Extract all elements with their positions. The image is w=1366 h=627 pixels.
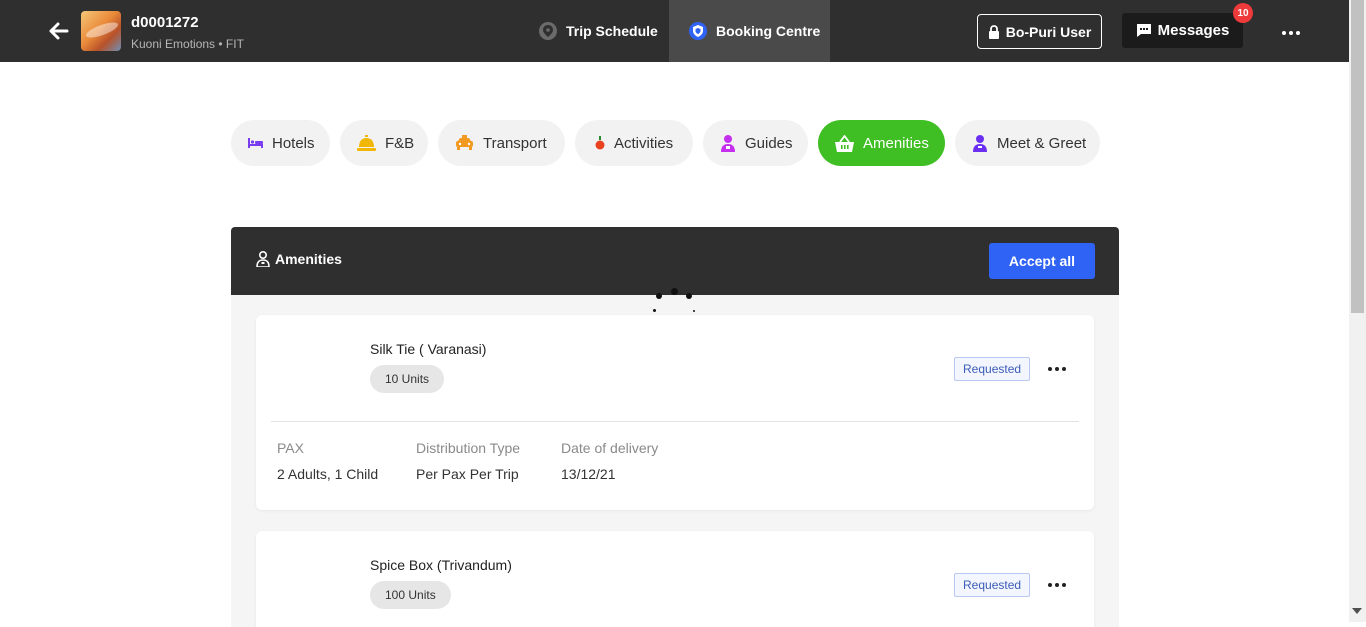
lock-icon: [988, 24, 1000, 39]
category-fnb-label: F&B: [385, 134, 415, 152]
category-activities[interactable]: Activities: [575, 120, 693, 166]
amenity-card: Silk Tie ( Varanasi) 10 Units Requested …: [256, 315, 1094, 510]
category-hotels-label: Hotels: [272, 134, 315, 152]
category-transport-label: Transport: [483, 134, 547, 152]
top-bar: d0001272 Kuoni Emotions • FIT Trip Sched…: [0, 0, 1349, 62]
user-button[interactable]: Bo-Puri User: [977, 14, 1102, 49]
category-amenities[interactable]: Amenities: [818, 120, 945, 166]
amenity-units: 10 Units: [370, 365, 445, 393]
category-hotels[interactable]: Hotels: [231, 120, 330, 166]
status-badge: Requested: [954, 573, 1031, 597]
delivery-date-label: Date of delivery: [561, 440, 659, 456]
category-meet-greet-label: Meet & Greet: [997, 134, 1087, 152]
category-meet-greet[interactable]: Meet & Greet: [955, 120, 1100, 166]
pax-value: 2 Adults, 1 Child: [277, 466, 379, 482]
shield-icon: [689, 22, 707, 40]
category-guides[interactable]: Guides: [703, 120, 808, 166]
back-button[interactable]: [46, 18, 72, 44]
category-amenities-label: Amenities: [863, 134, 929, 152]
messages-label: Messages: [1157, 22, 1230, 39]
arrow-left-icon: [49, 22, 69, 40]
basket-icon: [835, 134, 854, 152]
bell-icon: [357, 135, 376, 151]
scrollbar-thumb[interactable]: [1351, 0, 1364, 313]
amenities-panel-header: Amenities Accept all: [231, 227, 1119, 295]
amenity-card: Spice Box (Trivandum) 100 Units Requeste…: [256, 531, 1094, 627]
more-options-icon[interactable]: [1040, 571, 1074, 599]
pax-label: PAX: [277, 440, 304, 456]
messages-count-badge: 10: [1233, 3, 1253, 23]
trip-subtitle: Kuoni Emotions • FIT: [131, 37, 244, 51]
chat-icon: [1136, 23, 1152, 38]
distribution-type-value: Per Pax Per Trip: [416, 466, 519, 482]
category-fnb[interactable]: F&B: [340, 120, 428, 166]
status-badge: Requested: [954, 357, 1031, 381]
map-pin-icon: [539, 22, 557, 40]
tab-booking-centre-label: Booking Centre: [716, 23, 821, 39]
trip-id: d0001272: [131, 14, 199, 31]
delivery-date-value: 13/12/21: [561, 466, 616, 482]
scroll-down-arrow-icon[interactable]: [1352, 608, 1362, 614]
guide-icon: [720, 134, 736, 152]
distribution-type-label: Distribution Type: [416, 440, 521, 456]
loading-spinner: [651, 287, 701, 313]
amenities-panel-title-label: Amenities: [275, 251, 342, 267]
user-label: Bo-Puri User: [1005, 23, 1092, 40]
person-icon: [972, 134, 988, 152]
activity-icon: [595, 136, 605, 150]
tab-trip-schedule[interactable]: Trip Schedule: [528, 0, 668, 62]
amenity-name: Spice Box (Trivandum): [370, 557, 512, 573]
accept-all-button[interactable]: Accept all: [989, 243, 1095, 279]
amenity-name: Silk Tie ( Varanasi): [370, 341, 487, 357]
bed-icon: [248, 137, 263, 149]
amenities-panel: Amenities Accept all Silk Tie ( Varanasi…: [231, 227, 1119, 627]
tab-booking-centre[interactable]: Booking Centre: [669, 0, 830, 62]
more-options-icon[interactable]: [1040, 355, 1074, 383]
category-transport[interactable]: Transport: [438, 120, 565, 166]
more-options-icon[interactable]: [1278, 22, 1304, 44]
messages-button[interactable]: Messages: [1122, 13, 1243, 48]
person-badge-icon: [256, 251, 270, 267]
category-guides-label: Guides: [745, 134, 793, 152]
amenities-panel-title: Amenities: [256, 251, 342, 267]
amenity-units: 100 Units: [370, 581, 451, 609]
tab-trip-schedule-label: Trip Schedule: [566, 23, 658, 39]
taxi-icon: [455, 135, 474, 151]
divider: [271, 421, 1079, 422]
category-activities-label: Activities: [614, 134, 674, 152]
trip-thumbnail: [81, 11, 121, 51]
